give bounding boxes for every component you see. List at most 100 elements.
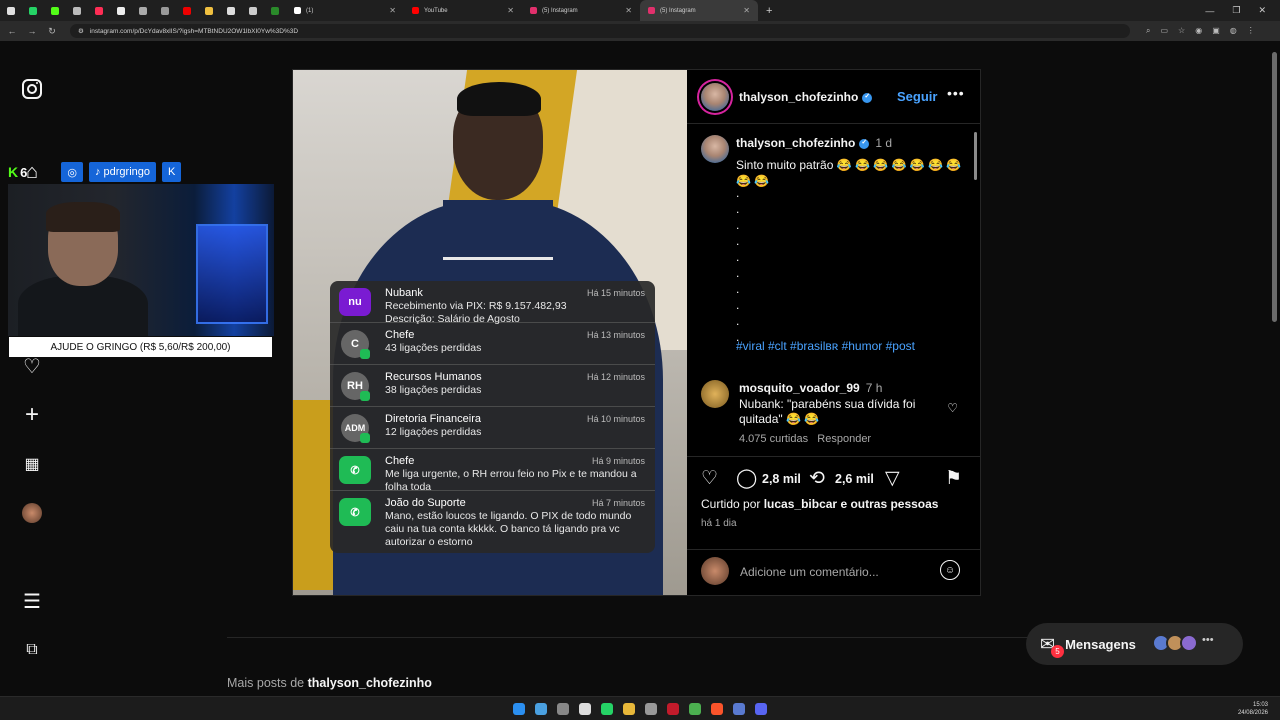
- notifications-heart-icon[interactable]: ♡: [20, 354, 44, 378]
- caption-scrollbar[interactable]: [974, 132, 977, 180]
- messages-avatars: •••: [1152, 634, 1220, 652]
- author-avatar[interactable]: [701, 83, 729, 111]
- close-icon[interactable]: ✕: [389, 6, 396, 15]
- pinned-tab[interactable]: [88, 0, 110, 21]
- comment-input[interactable]: Adicione um comentário...: [740, 565, 879, 579]
- pinned-tab[interactable]: [44, 0, 66, 21]
- system-tray-clock[interactable]: 15:03 24/08/2026: [1238, 701, 1268, 717]
- caption-hashtags[interactable]: #viral #clt #brasilʙʀ #humor #post: [736, 339, 915, 353]
- more-icon[interactable]: •••: [1202, 634, 1220, 652]
- opera-icon[interactable]: [667, 703, 679, 715]
- whatsapp-icon: ✆: [339, 456, 371, 484]
- forward-icon[interactable]: →: [24, 26, 40, 36]
- close-icon[interactable]: ✕: [507, 6, 514, 15]
- notification-item: ADM Diretoria Financeira Há 10 minutos 1…: [330, 407, 655, 449]
- close-window-icon[interactable]: ✕: [1258, 5, 1266, 16]
- back-icon[interactable]: ←: [4, 26, 20, 36]
- tab-youtube[interactable]: YouTube ✕: [404, 0, 522, 21]
- profile-avatar[interactable]: [20, 501, 44, 525]
- page-scrollbar[interactable]: [1272, 52, 1277, 322]
- notification-item: RH Recursos Humanos Há 12 minutos 38 lig…: [330, 365, 655, 407]
- webcam-feed: [8, 184, 274, 336]
- new-tab-button[interactable]: +: [758, 0, 778, 21]
- instagram-logo-icon[interactable]: [20, 77, 44, 101]
- share-icon[interactable]: ▽: [885, 467, 900, 490]
- notification-item: ✆ João do Suporte Há 7 minutos Mano, est…: [330, 491, 655, 549]
- save-bookmark-icon[interactable]: ⚑: [945, 467, 962, 490]
- comment-text: Nubank: "parabéns sua dívida foi quitada…: [739, 397, 916, 426]
- liked-by-others[interactable]: e outras pessoas: [840, 497, 938, 511]
- emoji-icon[interactable]: ☺: [940, 560, 960, 580]
- pinned-tab[interactable]: [0, 0, 22, 21]
- zoom-icon[interactable]: ⌕: [1146, 26, 1150, 36]
- minimize-icon[interactable]: —: [1205, 6, 1214, 16]
- reply-button[interactable]: Responder: [817, 433, 871, 445]
- bookmark-star-icon[interactable]: ☆: [1178, 26, 1185, 36]
- more-menu-icon[interactable]: ☰: [20, 589, 44, 613]
- commenter-avatar[interactable]: [701, 380, 729, 408]
- like-heart-icon[interactable]: ♡: [701, 467, 718, 490]
- close-icon[interactable]: ✕: [743, 6, 750, 15]
- pinned-tab[interactable]: [154, 0, 176, 21]
- caption-author[interactable]: thalyson_chofezinho1 d: [736, 136, 892, 150]
- whatsapp-icon[interactable]: [601, 703, 613, 715]
- whatsapp-icon: ✆: [339, 498, 371, 526]
- pinned-tab[interactable]: [22, 0, 44, 21]
- folder-icon[interactable]: [623, 703, 635, 715]
- maximize-icon[interactable]: ❐: [1232, 5, 1240, 16]
- caption-text: Sinto muito patrão 😂 😂 😂 😂 😂 😂 😂 😂 😂: [736, 158, 962, 188]
- author-username[interactable]: thalyson_chofezinho: [739, 90, 873, 104]
- post-media[interactable]: nu Nubank Há 15 minutos Recebimento via …: [293, 70, 687, 595]
- more-options-icon[interactable]: •••: [947, 85, 965, 101]
- comment-likes[interactable]: 4.075 curtidas: [739, 433, 808, 445]
- app-icon[interactable]: [535, 703, 547, 715]
- tab-instagram[interactable]: (5) Instagram ✕: [522, 0, 640, 21]
- app-icon[interactable]: [579, 703, 591, 715]
- verified-badge-icon: [859, 138, 870, 149]
- menu-icon[interactable]: ⋮: [1247, 26, 1255, 36]
- app-icon[interactable]: [645, 703, 657, 715]
- cast-icon[interactable]: ▭: [1160, 26, 1168, 36]
- url-field[interactable]: ⚙ instagram.com/p/DcYdav8xlIS/?igsh=MTBt…: [70, 24, 1130, 38]
- apps-grid-icon[interactable]: ⧉: [20, 638, 44, 662]
- site-info-icon[interactable]: ⚙: [78, 27, 84, 35]
- repost-icon[interactable]: ⟲: [809, 467, 825, 490]
- more-posts-user[interactable]: thalyson_chofezinho: [308, 676, 432, 690]
- notification-item: nu Nubank Há 15 minutos Recebimento via …: [330, 281, 655, 325]
- brave-icon[interactable]: [711, 703, 723, 715]
- steam-icon[interactable]: [733, 703, 745, 715]
- extensions-puzzle-icon[interactable]: ▣: [1212, 26, 1220, 36]
- reload-icon[interactable]: ↻: [44, 26, 60, 37]
- chrome-icon[interactable]: [689, 703, 701, 715]
- start-icon[interactable]: [513, 703, 525, 715]
- comment-like-icon[interactable]: ♡: [947, 401, 958, 415]
- dashboard-icon[interactable]: ▦: [20, 452, 44, 476]
- window-controls: — ❐ ✕: [1205, 0, 1280, 21]
- discord-icon[interactable]: [755, 703, 767, 715]
- pinned-tab[interactable]: [132, 0, 154, 21]
- caption-dots: . . . . . . . . . .: [736, 186, 740, 344]
- donation-goal-bar: AJUDE O GRINGO (R$ 5,60/R$ 200,00): [9, 337, 272, 357]
- profile-icon[interactable]: ◍: [1230, 26, 1237, 36]
- commenter-username[interactable]: mosquito_voador_99 7 h: [739, 381, 882, 395]
- extension-icon[interactable]: ◉: [1195, 26, 1202, 36]
- follow-button[interactable]: Seguir: [897, 89, 937, 104]
- youtube-icon: [412, 7, 419, 14]
- pinned-tab[interactable]: [242, 0, 264, 21]
- pinned-tab[interactable]: [176, 0, 198, 21]
- tab-instagram-active[interactable]: (5) Instagram ✕: [640, 0, 758, 21]
- pinned-tab[interactable]: [66, 0, 88, 21]
- more-posts-heading: Mais posts de thalyson_chofezinho: [227, 676, 432, 690]
- tab-tiktok[interactable]: (1) ✕: [286, 0, 404, 21]
- pinned-tab[interactable]: [198, 0, 220, 21]
- comment-icon[interactable]: ◯: [736, 467, 757, 490]
- post-header: thalyson_chofezinho Seguir •••: [687, 70, 980, 124]
- close-icon[interactable]: ✕: [625, 6, 632, 15]
- pinned-tab[interactable]: [220, 0, 242, 21]
- liked-by-user[interactable]: lucas_bibcar: [764, 497, 837, 511]
- caption-avatar[interactable]: [701, 135, 729, 163]
- pinned-tab[interactable]: [264, 0, 286, 21]
- app-icon[interactable]: [557, 703, 569, 715]
- pinned-tab[interactable]: [110, 0, 132, 21]
- create-plus-icon[interactable]: +: [20, 401, 44, 428]
